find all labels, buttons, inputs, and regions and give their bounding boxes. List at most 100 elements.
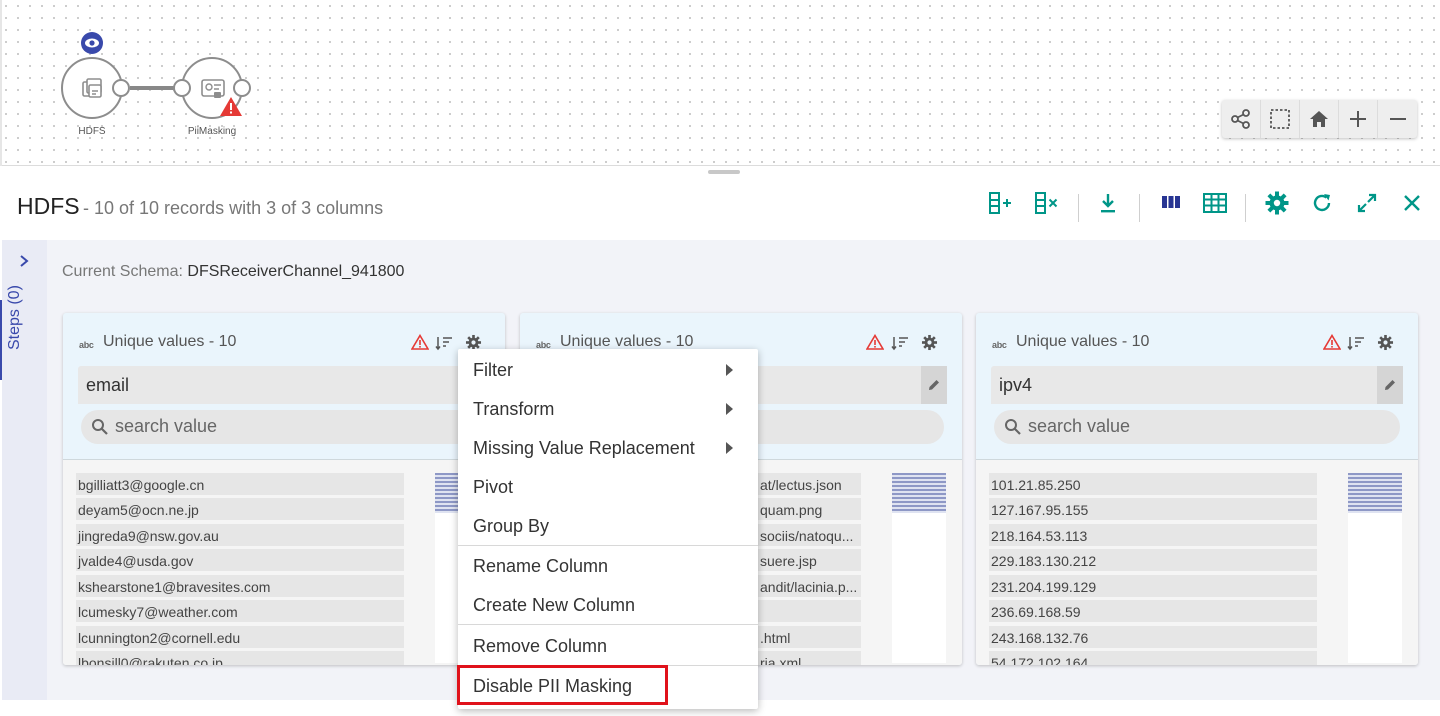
menu-item-label: Remove Column <box>473 636 608 656</box>
list-item[interactable]: 236.69.168.59 <box>989 600 1317 622</box>
list-item[interactable]: deyam5@ocn.ne.jp <box>76 498 404 520</box>
menu-item-rename-column[interactable]: Rename Column <box>458 547 758 583</box>
menu-item-create-new-column[interactable]: Create New Column <box>458 586 758 622</box>
menu-item-label: Rename Column <box>473 556 609 576</box>
table-view-icon[interactable] <box>1198 186 1232 220</box>
column-name: email <box>86 375 130 395</box>
warning-icon <box>866 334 884 350</box>
menu-divider <box>458 545 758 546</box>
submenu-arrow-icon <box>726 364 733 376</box>
hdfs-icon <box>82 78 102 98</box>
node-label-piimasking: PiiMasking <box>187 126 237 137</box>
zoom-out-icon[interactable] <box>1378 100 1417 138</box>
piimasking-input-port[interactable] <box>173 79 191 97</box>
steps-accent <box>0 300 2 380</box>
schema-name: DFSReceiverChannel_941800 <box>187 263 405 280</box>
list-item[interactable]: 229.183.130.212 <box>989 549 1317 571</box>
menu-item-remove-column[interactable]: Remove Column <box>458 627 758 663</box>
pencil-icon <box>929 380 939 390</box>
list-item[interactable]: lbonsill0@rakuten.co.jp <box>76 651 404 665</box>
menu-item-label: Missing Value Replacement <box>473 438 695 458</box>
column-name: ipv4 <box>999 375 1033 395</box>
menu-item-group-by[interactable]: Group By <box>458 507 758 543</box>
settings-icon[interactable] <box>1260 186 1294 220</box>
home-icon[interactable] <box>1300 100 1339 138</box>
gear-icon[interactable] <box>921 334 938 351</box>
remove-column-icon[interactable] <box>1030 186 1064 220</box>
add-column-icon[interactable] <box>984 186 1018 220</box>
list-item-text: at/lectus.json <box>760 477 842 493</box>
close-icon[interactable] <box>1395 186 1429 220</box>
list-item-text: .html <box>760 630 791 646</box>
list-item[interactable]: kshearstone1@bravesites.com <box>76 575 404 597</box>
sort-icon[interactable] <box>891 335 909 351</box>
chevron-right-icon[interactable] <box>17 254 31 268</box>
search-placeholder: search value <box>1028 416 1131 436</box>
list-item[interactable]: bgilliatt3@google.cn <box>76 473 404 495</box>
eye-icon[interactable] <box>81 32 103 54</box>
unique-values-label: Unique values - 10 <box>1016 333 1150 350</box>
list-item[interactable]: 127.167.95.155 <box>989 498 1317 520</box>
list-item[interactable]: 231.204.199.129 <box>989 575 1317 597</box>
value-histogram <box>1348 473 1402 663</box>
warning-icon <box>219 96 243 122</box>
search-input[interactable]: search value <box>994 410 1400 444</box>
list-item[interactable]: jingreda9@nsw.gov.au <box>76 524 404 546</box>
values-list[interactable]: bgilliatt3@google.cn deyam5@ocn.ne.jp ji… <box>63 460 505 665</box>
menu-divider <box>458 624 758 625</box>
edit-column-button[interactable] <box>921 366 947 404</box>
menu-item-label: Transform <box>473 399 555 419</box>
card-header: abc Unique values - 10 <box>976 331 1418 355</box>
string-type-icon: abc <box>79 340 94 350</box>
zoom-in-icon[interactable] <box>1339 100 1378 138</box>
resize-handle[interactable] <box>708 170 740 174</box>
sort-icon[interactable] <box>1347 335 1365 351</box>
sort-icon[interactable] <box>435 335 453 351</box>
records-summary: - 10 of 10 records with 3 of 3 columns <box>83 198 384 218</box>
download-icon[interactable] <box>1091 186 1125 220</box>
columns-view-icon[interactable] <box>1154 186 1188 220</box>
submenu-arrow-icon <box>726 442 733 454</box>
list-item-text: quam.png <box>760 502 823 518</box>
list-item[interactable]: 54.172.102.164 <box>989 651 1317 665</box>
list-item[interactable]: jvalde4@usda.gov <box>76 549 404 571</box>
histogram-bars <box>1348 473 1402 513</box>
layout-icon[interactable] <box>1222 100 1261 138</box>
list-item[interactable]: lcunnington2@cornell.edu <box>76 626 404 648</box>
edit-column-button[interactable] <box>1377 366 1403 404</box>
search-placeholder: search value <box>115 416 218 436</box>
schema-label: Current Schema: <box>62 263 183 280</box>
menu-item-pivot[interactable]: Pivot <box>458 468 758 504</box>
warning-icon <box>411 334 429 350</box>
gear-icon[interactable] <box>1377 334 1394 351</box>
list-item-text: ria.xml <box>760 655 802 665</box>
select-area-icon[interactable] <box>1261 100 1300 138</box>
highlight-box <box>457 665 668 705</box>
column-card-ipv4: abc Unique values - 10 ipv4 search value… <box>976 313 1418 665</box>
menu-item-missing-value-replacement[interactable]: Missing Value Replacement <box>458 429 758 465</box>
expand-icon[interactable] <box>1350 186 1384 220</box>
card-header: abc Unique values - 10 <box>63 331 505 355</box>
list-item[interactable]: 101.21.85.250 <box>989 473 1317 495</box>
refresh-icon[interactable] <box>1305 186 1339 220</box>
list-item-text: suere.jsp <box>760 553 817 569</box>
menu-item-transform[interactable]: Transform <box>458 390 758 426</box>
value-histogram <box>892 473 946 663</box>
column-name-input[interactable]: ipv4 <box>991 366 1403 404</box>
menu-item-label: Create New Column <box>473 595 636 615</box>
list-item[interactable]: 218.164.53.113 <box>989 524 1317 546</box>
list-item[interactable]: 243.168.132.76 <box>989 626 1317 648</box>
column-name-input[interactable]: email <box>78 366 490 404</box>
current-schema: Current Schema: DFSReceiverChannel_94180… <box>62 263 404 281</box>
search-icon <box>1005 419 1021 435</box>
menu-item-filter[interactable]: Filter <box>458 351 758 387</box>
search-input[interactable]: search value <box>81 410 487 444</box>
steps-label[interactable]: Steps (0) <box>6 285 24 350</box>
piimasking-output-port[interactable] <box>233 79 251 97</box>
pipeline-canvas[interactable]: HDFS PiiMasking <box>0 0 1440 166</box>
column-card-email: abc Unique values - 10 email search valu… <box>63 313 505 665</box>
hdfs-output-port[interactable] <box>112 79 130 97</box>
submenu-arrow-icon <box>726 403 733 415</box>
values-list[interactable]: 101.21.85.250 127.167.95.155 218.164.53.… <box>976 460 1418 665</box>
list-item[interactable]: lcumesky7@weather.com <box>76 600 404 622</box>
